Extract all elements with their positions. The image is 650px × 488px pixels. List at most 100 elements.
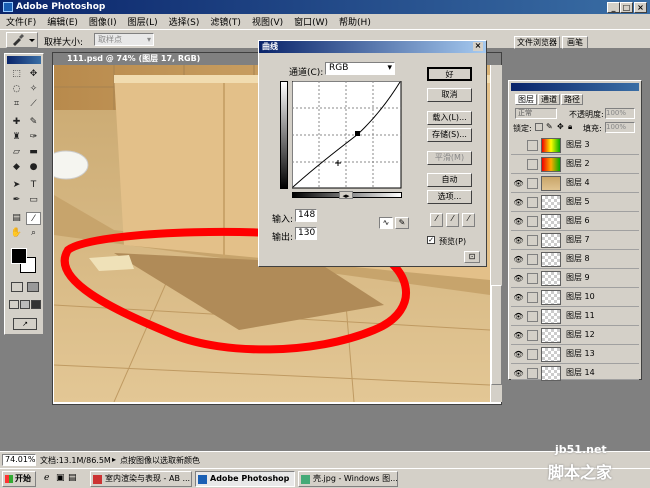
link-icon[interactable] [527, 349, 538, 360]
shape-tool-icon[interactable]: ▭ [26, 194, 41, 207]
marquee-tool-icon[interactable]: ⬚ [9, 68, 24, 81]
visibility-eye-icon[interactable]: 👁︎ [513, 368, 524, 379]
layer-row[interactable]: 👁︎ 图层 10 [511, 288, 639, 307]
gradient-tool-icon[interactable]: ▬ [26, 146, 41, 159]
menu-edit[interactable]: 编辑(E) [47, 15, 78, 28]
ok-button[interactable]: 好 [427, 67, 472, 81]
menu-help[interactable]: 帮助(H) [339, 15, 371, 28]
load-button[interactable]: 载入(L)... [427, 111, 472, 125]
lock-position-icon[interactable]: ✥ [557, 122, 564, 131]
blur-tool-icon[interactable]: ◆ [9, 161, 24, 174]
link-icon[interactable] [527, 159, 538, 170]
status-arrow-icon[interactable]: ▸ [112, 455, 116, 464]
magic-wand-icon[interactable]: ✧ [26, 83, 41, 96]
eraser-icon[interactable]: ▱ [9, 146, 24, 159]
smooth-button[interactable]: 平滑(M) [427, 151, 472, 165]
tool-preset-picker[interactable] [6, 32, 38, 48]
healing-brush-icon[interactable]: ✚ [9, 116, 24, 129]
menu-view[interactable]: 视图(V) [252, 15, 283, 28]
lock-transparency-icon[interactable] [535, 123, 543, 131]
type-tool-icon[interactable]: T [26, 179, 41, 192]
menu-filter[interactable]: 滤镜(T) [210, 15, 241, 28]
visibility-eye-icon[interactable]: 👁︎ [513, 330, 524, 341]
ie-quicklaunch-icon[interactable]: ℯ [44, 473, 49, 483]
quick-mask-icon[interactable] [27, 282, 39, 292]
layer-row[interactable]: 👁︎ 图层 14 [511, 364, 639, 381]
curve-graph[interactable] [292, 81, 402, 189]
options-button[interactable]: 选项... [427, 190, 472, 204]
visibility-eye-icon[interactable]: 👁︎ [513, 254, 524, 265]
clone-stamp-icon[interactable]: ♜ [9, 131, 24, 144]
eyedropper-tool-icon[interactable]: ⁄ [26, 212, 41, 225]
standard-mode-icon[interactable] [11, 282, 23, 292]
curve-mode-icon[interactable]: ∿ [379, 217, 393, 229]
visibility-eye-icon[interactable]: 👁︎ [513, 216, 524, 227]
lock-all-icon[interactable]: 🔒︎ [568, 122, 572, 132]
menu-file[interactable]: 文件(F) [6, 15, 36, 28]
move-tool-icon[interactable]: ✥ [26, 68, 41, 81]
hand-tool-icon[interactable]: ✋ [9, 227, 24, 240]
desktop-quicklaunch-icon[interactable]: ▣ [56, 473, 65, 483]
layer-row[interactable]: 👁︎ 图层 9 [511, 269, 639, 288]
visibility-eye-icon[interactable]: 👁︎ [513, 178, 524, 189]
black-eyedropper-icon[interactable]: ⁄ [430, 213, 443, 227]
tab-file-browser[interactable]: 文件浏览器 [514, 36, 560, 49]
visibility-eye-icon[interactable] [513, 159, 524, 170]
sample-size-select[interactable]: 取样点 ▾ [94, 33, 154, 46]
link-icon[interactable] [527, 292, 538, 303]
visibility-eye-icon[interactable] [513, 140, 524, 151]
minimize-button[interactable]: _ [607, 2, 620, 13]
scroll-thumb[interactable] [491, 285, 502, 385]
lock-pixels-icon[interactable]: ✎ [546, 122, 553, 131]
layer-row[interactable]: 👁︎ 图层 11 [511, 307, 639, 326]
layer-row[interactable]: 图层 3 [511, 136, 639, 155]
visibility-eye-icon[interactable]: 👁︎ [513, 197, 524, 208]
zoom-tool-icon[interactable]: ⌕ [26, 227, 41, 240]
link-icon[interactable] [527, 178, 538, 189]
opacity-field[interactable]: 100% [605, 108, 635, 119]
task-button-image-viewer[interactable]: 壳.jpg - Windows 图... [298, 471, 398, 487]
curve-control-point[interactable] [355, 131, 360, 136]
channel-select[interactable]: RGB ▾ [325, 62, 395, 75]
layer-row[interactable]: 👁︎ 图层 8 [511, 250, 639, 269]
visibility-eye-icon[interactable]: 👁︎ [513, 273, 524, 284]
menu-select[interactable]: 选择(S) [169, 15, 200, 28]
link-icon[interactable] [527, 140, 538, 151]
explorer-quicklaunch-icon[interactable]: ▤ [68, 473, 77, 483]
lasso-tool-icon[interactable]: ◌ [9, 83, 24, 96]
crop-tool-icon[interactable]: ⌗ [9, 98, 24, 111]
expand-view-icon[interactable]: ⊡ [464, 251, 480, 263]
output-value-field[interactable]: 130 [295, 227, 317, 240]
link-icon[interactable] [527, 311, 538, 322]
save-button[interactable]: 存储(S)... [427, 128, 472, 142]
tab-brushes[interactable]: 画笔 [562, 36, 588, 49]
link-icon[interactable] [527, 216, 538, 227]
pen-tool-icon[interactable]: ✒ [9, 194, 24, 207]
preview-checkbox[interactable]: ✓ [427, 236, 435, 244]
gray-eyedropper-icon[interactable]: ⁄ [446, 213, 459, 227]
cancel-button[interactable]: 取消 [427, 88, 472, 102]
brush-tool-icon[interactable]: ✎ [26, 116, 41, 129]
input-value-field[interactable]: 148 [295, 209, 317, 222]
close-button[interactable]: × [634, 2, 647, 13]
pencil-mode-icon[interactable]: ✎ [395, 217, 409, 229]
path-select-icon[interactable]: ➤ [9, 179, 24, 192]
visibility-eye-icon[interactable]: 👁︎ [513, 292, 524, 303]
gradient-direction-icon[interactable]: ◂▸ [339, 191, 353, 200]
tab-layers[interactable]: 图层 [515, 94, 537, 105]
jump-to-imageready-icon[interactable]: ↗ [13, 318, 37, 330]
link-icon[interactable] [527, 273, 538, 284]
menu-window[interactable]: 窗口(W) [294, 15, 328, 28]
tab-paths[interactable]: 路径 [561, 94, 583, 105]
dodge-tool-icon[interactable]: ● [26, 161, 41, 174]
slice-tool-icon[interactable]: ⟋ [26, 98, 41, 111]
zoom-field[interactable]: 74.01% [2, 454, 36, 466]
layer-row[interactable]: 👁︎ 图层 13 [511, 345, 639, 364]
task-button-render[interactable]: 室内渲染与表现 - AB ... [90, 471, 192, 487]
screen-mode-full-menu-icon[interactable] [20, 300, 30, 309]
auto-button[interactable]: 自动 [427, 173, 472, 187]
foreground-color-swatch[interactable] [11, 248, 27, 264]
blend-mode-select[interactable]: 正常 [515, 108, 557, 119]
maximize-button[interactable]: □ [620, 2, 633, 13]
link-icon[interactable] [527, 235, 538, 246]
